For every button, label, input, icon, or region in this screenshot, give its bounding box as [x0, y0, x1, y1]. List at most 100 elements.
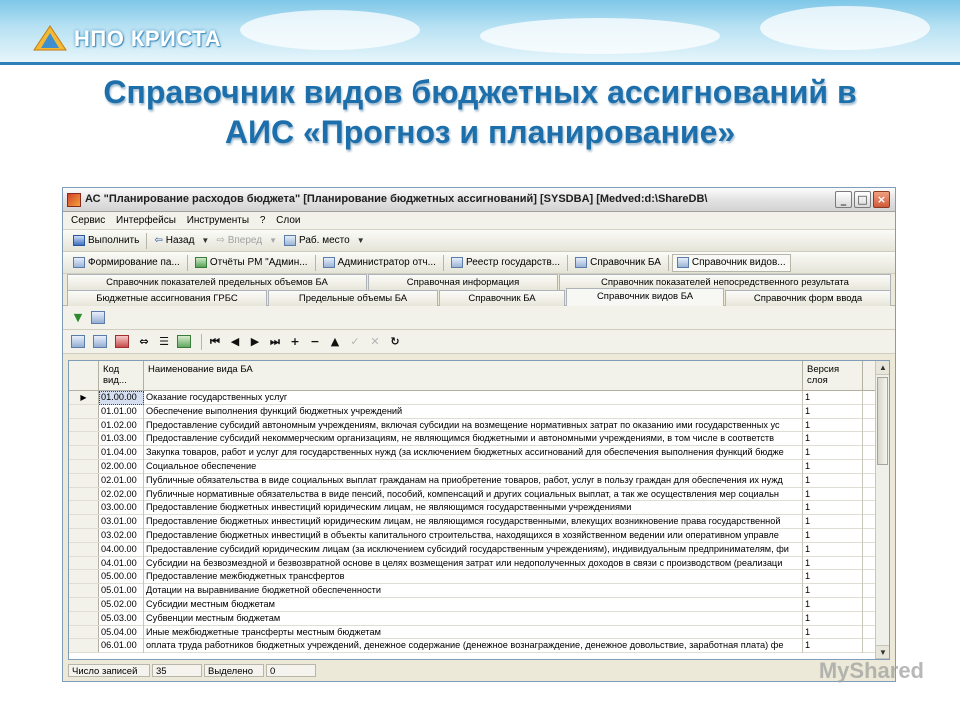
- cell-code[interactable]: 05.04.00: [99, 625, 144, 640]
- table-row[interactable]: 05.02.00 Субсидии местным бюджетам 1: [69, 597, 875, 612]
- filter-icon[interactable]: ▼: [71, 311, 85, 324]
- cell-version[interactable]: 1: [803, 542, 863, 557]
- row-indicator[interactable]: [69, 432, 99, 446]
- table-row[interactable]: 01.04.00 Закупка товаров, работ и услуг д…: [69, 446, 875, 460]
- cell-version[interactable]: 1: [803, 625, 863, 640]
- close-button[interactable]: ×: [873, 191, 890, 208]
- row-indicator[interactable]: [69, 515, 99, 528]
- last-record-icon[interactable]: ⏭: [268, 335, 282, 348]
- cell-code[interactable]: 02.02.00: [99, 487, 144, 502]
- table-row[interactable]: 02.00.00 Социальное обеспечение 1: [69, 459, 875, 474]
- cell-code[interactable]: 05.02.00: [99, 597, 144, 612]
- cell-name[interactable]: Субсидии на безвозмездной и безвозвратно…: [144, 556, 803, 571]
- table-row[interactable]: 06.01.00 оплата труда работников бюджетны…: [69, 639, 875, 654]
- row-indicator[interactable]: [69, 584, 99, 597]
- tab-limit-volume-indicators[interactable]: Справочник показателей предельных объемо…: [67, 274, 367, 290]
- quicklink-reports[interactable]: Отчёты РМ "Админ...: [191, 254, 312, 272]
- cell-version[interactable]: 1: [803, 528, 863, 543]
- cell-version[interactable]: 1: [803, 432, 863, 447]
- tab-grbs-allocations[interactable]: Бюджетные ассигнования ГРБС: [67, 290, 267, 306]
- edit-record-icon[interactable]: ▲: [328, 335, 342, 348]
- menu-help[interactable]: ?: [256, 212, 270, 226]
- cell-code[interactable]: 01.00.00: [99, 391, 144, 405]
- table-row[interactable]: 03.01.00 Предоставление бюджетных инвести…: [69, 515, 875, 529]
- row-indicator[interactable]: [69, 611, 99, 625]
- menu-interfaces[interactable]: Интерфейсы: [112, 212, 180, 226]
- refresh-icon[interactable]: ↻: [388, 335, 402, 348]
- menu-tools[interactable]: Инструменты: [183, 212, 253, 226]
- grid-view-icon[interactable]: [71, 335, 85, 348]
- row-indicator[interactable]: [69, 570, 99, 584]
- delete-record-icon[interactable]: −: [308, 335, 322, 348]
- cell-name[interactable]: Предоставление бюджетных инвестиций в об…: [144, 528, 803, 543]
- cell-code[interactable]: 02.00.00: [99, 459, 144, 474]
- cell-name[interactable]: Предоставление бюджетных инвестиций юрид…: [144, 515, 803, 529]
- quicklink-report-admin[interactable]: Администратор отч...: [319, 254, 440, 272]
- sort-icon[interactable]: ☰: [157, 335, 171, 348]
- menu-layers[interactable]: Слои: [272, 212, 304, 226]
- import-icon[interactable]: [177, 335, 191, 348]
- cell-code[interactable]: 05.03.00: [99, 611, 144, 626]
- table-row[interactable]: 01.03.00 Предоставление субсидий некоммер…: [69, 432, 875, 447]
- cancel-icon[interactable]: ✕: [368, 335, 382, 348]
- table-row[interactable]: 04.00.00 Предоставление субсидий юридичес…: [69, 542, 875, 557]
- table-row[interactable]: 02.01.00 Публичные обязательства в виде с…: [69, 473, 875, 488]
- prev-record-icon[interactable]: ◀: [228, 335, 242, 348]
- cell-name[interactable]: Иные межбюджетные трансферты местным бюд…: [144, 625, 803, 640]
- tab-reference-info[interactable]: Справочная информация: [368, 274, 558, 290]
- scroll-up-icon[interactable]: ▲: [876, 361, 889, 375]
- cell-version[interactable]: 1: [803, 639, 863, 654]
- table-row[interactable]: 05.00.00 Предоставление межбюджетных тран…: [69, 570, 875, 585]
- cell-version[interactable]: 1: [803, 515, 863, 529]
- row-indicator[interactable]: [69, 501, 99, 515]
- column-header-version[interactable]: Версия слоя: [803, 361, 863, 391]
- save-icon[interactable]: [91, 311, 105, 324]
- cell-name[interactable]: Предоставление субсидий автономным учреж…: [144, 418, 803, 433]
- forward-dropdown-icon[interactable]: ▼: [266, 236, 280, 245]
- quicklink-formation[interactable]: Формирование па...: [69, 254, 184, 272]
- next-record-icon[interactable]: ▶: [248, 335, 262, 348]
- cell-name[interactable]: Субвенции местным бюджетам: [144, 611, 803, 626]
- cell-version[interactable]: 1: [803, 584, 863, 598]
- cell-version[interactable]: 1: [803, 473, 863, 488]
- cell-version[interactable]: 1: [803, 487, 863, 502]
- cell-version[interactable]: 1: [803, 501, 863, 516]
- row-indicator[interactable]: [69, 528, 99, 542]
- row-indicator[interactable]: [69, 639, 99, 653]
- cell-version[interactable]: 1: [803, 391, 863, 405]
- cell-code[interactable]: 02.01.00: [99, 473, 144, 488]
- cell-version[interactable]: 1: [803, 611, 863, 626]
- menu-service[interactable]: Сервис: [67, 212, 109, 226]
- cell-name[interactable]: Публичные обязательства в виде социальны…: [144, 473, 803, 488]
- table-row[interactable]: 05.01.00 Дотации на выравнивание бюджетно…: [69, 584, 875, 598]
- scroll-down-icon[interactable]: ▼: [876, 645, 889, 659]
- table-row[interactable]: ▶ 01.00.00 Оказание государственных услуг 1: [69, 391, 875, 405]
- cell-name[interactable]: оплата труда работников бюджетных учрежд…: [144, 639, 803, 654]
- cell-name[interactable]: Предоставление субсидий некоммерческим о…: [144, 432, 803, 447]
- column-header-name[interactable]: Наименование вида БА: [144, 361, 803, 391]
- row-indicator[interactable]: [69, 542, 99, 556]
- cell-name[interactable]: Публичные нормативные обязательства в ви…: [144, 487, 803, 502]
- tab-ba-types-directory[interactable]: Справочник видов БА: [566, 288, 724, 306]
- cell-version[interactable]: 1: [803, 459, 863, 474]
- row-indicator[interactable]: [69, 625, 99, 639]
- cell-code[interactable]: 06.01.00: [99, 639, 144, 654]
- cell-name[interactable]: Предоставление бюджетных инвестиций юрид…: [144, 501, 803, 516]
- cell-version[interactable]: 1: [803, 418, 863, 433]
- workspace-button[interactable]: Раб. место: [280, 232, 354, 250]
- cell-code[interactable]: 05.01.00: [99, 584, 144, 598]
- row-indicator-header[interactable]: [69, 361, 99, 391]
- cell-version[interactable]: 1: [803, 446, 863, 460]
- copy-icon[interactable]: [93, 335, 107, 348]
- workspace-dropdown-icon[interactable]: ▼: [354, 236, 368, 245]
- cell-code[interactable]: 01.01.00: [99, 404, 144, 419]
- cell-code[interactable]: 04.01.00: [99, 556, 144, 571]
- cell-name[interactable]: Дотации на выравнивание бюджетной обеспе…: [144, 584, 803, 598]
- window-titlebar[interactable]: АС "Планирование расходов бюджета" [План…: [63, 188, 895, 212]
- column-header-code[interactable]: Код вид...: [99, 361, 144, 391]
- row-indicator[interactable]: [69, 597, 99, 611]
- table-row[interactable]: 02.02.00 Публичные нормативные обязательс…: [69, 487, 875, 502]
- row-indicator[interactable]: [69, 473, 99, 487]
- vertical-scrollbar[interactable]: ▲ ▼: [875, 361, 889, 659]
- maximize-button[interactable]: □: [854, 191, 871, 208]
